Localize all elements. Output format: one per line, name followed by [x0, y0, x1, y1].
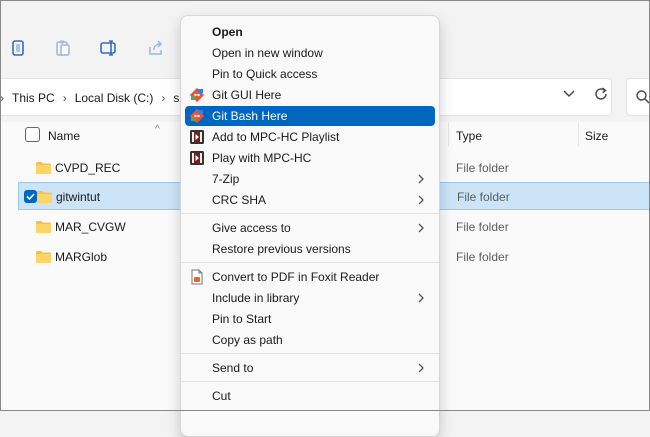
menu-item-label: Open in new window [212, 46, 323, 60]
menu-item-label: Git Bash Here [212, 109, 288, 123]
folder-icon [36, 251, 51, 263]
menu-item-git-bash[interactable]: Git Bash Here [185, 106, 435, 126]
git-icon [189, 108, 205, 124]
menu-item-give-access[interactable]: Give access to [185, 218, 435, 238]
menu-separator [181, 353, 439, 354]
breadcrumb-this-pc[interactable]: This PC [12, 91, 55, 105]
foxit-icon [189, 269, 205, 285]
sort-ascending-icon: ^ [155, 124, 160, 135]
menu-item-open-new-window[interactable]: Open in new window [185, 43, 435, 63]
context-menu: Open Open in new window Pin to Quick acc… [180, 15, 440, 437]
folder-icon [36, 221, 51, 233]
chevron-right-icon [417, 173, 425, 185]
file-type: File folder [456, 161, 509, 175]
search-input[interactable] [626, 78, 650, 116]
menu-item-copy-path[interactable]: Copy as path [185, 330, 435, 350]
chevron-right-icon: › [62, 91, 67, 105]
paste-icon[interactable] [53, 38, 73, 58]
file-type: File folder [456, 250, 509, 264]
address-dropdown-icon[interactable] [562, 86, 576, 100]
menu-item-label: Restore previous versions [212, 242, 351, 256]
file-type: File folder [457, 190, 510, 204]
column-divider[interactable] [578, 122, 579, 146]
menu-item-label: Give access to [212, 221, 291, 235]
chevron-right-icon: › [161, 91, 166, 105]
file-name: CVPD_REC [55, 161, 121, 175]
menu-item-git-gui[interactable]: Git GUI Here [185, 85, 435, 105]
menu-item-label: Git GUI Here [212, 88, 282, 102]
menu-item-label: Open [212, 25, 243, 39]
menu-separator [181, 213, 439, 214]
chevron-right-icon: › [0, 91, 4, 105]
breadcrumb-local-disk[interactable]: Local Disk (C:) [75, 91, 154, 105]
search-icon [636, 90, 650, 104]
select-all-checkbox[interactable] [25, 127, 40, 142]
menu-item-label: Pin to Quick access [212, 67, 318, 81]
share-icon[interactable] [146, 38, 166, 58]
menu-item-convert-pdf[interactable]: Convert to PDF in Foxit Reader [185, 267, 435, 287]
menu-item-cut[interactable]: Cut [185, 386, 435, 406]
menu-item-label: 7-Zip [212, 172, 240, 186]
chevron-right-icon [417, 292, 425, 304]
file-name: MARGlob [55, 250, 108, 264]
git-icon [189, 87, 205, 103]
column-divider[interactable] [448, 122, 449, 146]
column-header-size[interactable]: Size [585, 129, 608, 143]
menu-item-label: Play with MPC-HC [212, 151, 312, 165]
chevron-right-icon [417, 362, 425, 374]
menu-item-label: Send to [212, 361, 254, 375]
chevron-right-icon [417, 222, 425, 234]
mpc-hc-icon [189, 129, 205, 145]
breadcrumb-current[interactable]: s [173, 91, 179, 105]
menu-item-label: Convert to PDF in Foxit Reader [212, 270, 380, 284]
column-header-name[interactable]: Name [48, 129, 80, 143]
menu-item-pin-start[interactable]: Pin to Start [185, 309, 435, 329]
menu-separator [181, 381, 439, 382]
menu-item-restore-versions[interactable]: Restore previous versions [185, 239, 435, 259]
menu-item-label: Add to MPC-HC Playlist [212, 130, 340, 144]
menu-item-send-to[interactable]: Send to [185, 358, 435, 378]
menu-item-crc-sha[interactable]: CRC SHA [185, 190, 435, 210]
rename-icon[interactable] [99, 38, 119, 58]
file-name: MAR_CVGW [55, 220, 126, 234]
folder-icon [36, 162, 51, 174]
menu-item-add-mpc-playlist[interactable]: Add to MPC-HC Playlist [185, 127, 435, 147]
row-checkbox[interactable] [24, 190, 37, 203]
menu-item-label: Cut [212, 389, 231, 403]
menu-item-pin-quick-access[interactable]: Pin to Quick access [185, 64, 435, 84]
breadcrumb: › This PC › Local Disk (C:) › s [0, 91, 179, 105]
menu-item-include-library[interactable]: Include in library [185, 288, 435, 308]
menu-item-label: Copy as path [212, 333, 283, 347]
menu-item-play-mpc[interactable]: Play with MPC-HC [185, 148, 435, 168]
folder-icon [37, 191, 52, 203]
menu-item-label: Include in library [212, 291, 300, 305]
menu-item-open[interactable]: Open [185, 22, 435, 42]
menu-item-label: Pin to Start [212, 312, 272, 326]
menu-item-7zip[interactable]: 7-Zip [185, 169, 435, 189]
column-header-type[interactable]: Type [456, 129, 482, 143]
menu-separator [181, 262, 439, 263]
mpc-hc-icon [189, 150, 205, 166]
copy-icon[interactable] [8, 38, 28, 58]
chevron-right-icon [417, 194, 425, 206]
refresh-icon[interactable] [593, 86, 609, 102]
file-name: gitwintut [56, 190, 101, 204]
menu-item-label: CRC SHA [212, 193, 267, 207]
file-type: File folder [456, 220, 509, 234]
